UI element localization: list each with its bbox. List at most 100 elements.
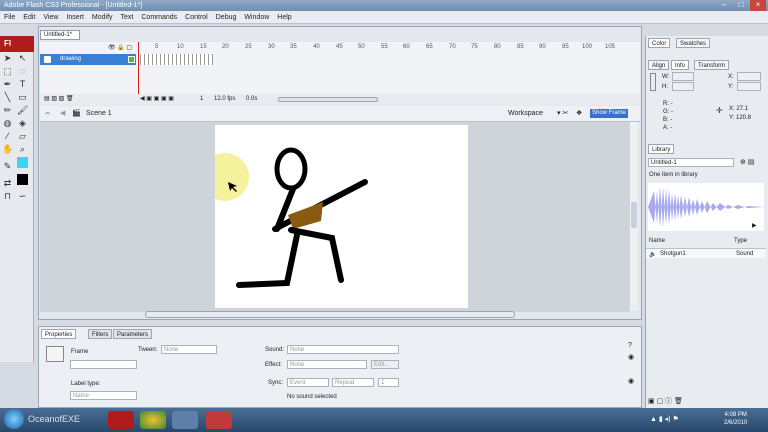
onion-skin-icons[interactable]: ◀ ▣ ▣ ▣ ▣ (140, 94, 174, 105)
tab-transform[interactable]: Transform (694, 60, 730, 70)
library-pin-icons[interactable]: ⊕ ▤ (740, 158, 754, 166)
frame-name-input[interactable] (70, 360, 137, 369)
fill-color-swatch[interactable] (17, 157, 28, 168)
tween-select[interactable]: None (161, 345, 217, 354)
text-tool-icon[interactable]: T (17, 79, 28, 90)
menu-text[interactable]: Text (117, 11, 138, 24)
sound-item-icon: 🔉 (649, 252, 657, 258)
eraser-icon[interactable]: ▱ (17, 131, 28, 142)
hand-icon[interactable]: ✋ (2, 144, 13, 155)
stroke-color-icon[interactable]: ✎ (2, 161, 13, 172)
menu-modify[interactable]: Modify (88, 11, 117, 24)
taskbar-app-icon[interactable] (172, 411, 198, 429)
edit-symbols-icon[interactable]: ❖ (576, 106, 582, 122)
library-item[interactable]: 🔉 Shotgun1 Sound (646, 248, 766, 258)
library-col-name[interactable]: Name (649, 238, 665, 244)
pen-icon[interactable]: ✒ (2, 79, 13, 90)
menu-window[interactable]: Window (240, 11, 273, 24)
selection-tool-icon[interactable]: ➤ (2, 53, 13, 64)
frame-number: 75 (471, 44, 478, 50)
properties-side-icons[interactable]: ? ◉ ◉ (628, 340, 634, 388)
x-field[interactable] (737, 72, 761, 81)
menu-view[interactable]: View (39, 11, 62, 24)
menu-file[interactable]: File (0, 11, 19, 24)
stage-vertical-scrollbar[interactable] (630, 122, 638, 310)
edit-button[interactable]: Edit... (371, 360, 399, 369)
effect-select[interactable]: None (287, 360, 367, 369)
free-transform-icon[interactable]: ⬚ (2, 66, 13, 77)
menu-debug[interactable]: Debug (212, 11, 241, 24)
library-col-type[interactable]: Type (734, 238, 747, 244)
add-layer-icon[interactable]: ▤ ▧ ▨ 🗑 (44, 94, 74, 105)
tab-parameters[interactable]: Parameters (113, 329, 153, 339)
line-icon[interactable]: ╲ (2, 92, 13, 103)
repeat-select[interactable]: Repeat (332, 378, 374, 387)
start-button[interactable] (4, 409, 24, 429)
info-a: A: - (663, 125, 673, 131)
paint-bucket-icon[interactable]: ◈ (17, 118, 28, 129)
tab-align[interactable]: Align (648, 60, 670, 70)
menu-edit[interactable]: Edit (19, 11, 39, 24)
menu-insert[interactable]: Insert (62, 11, 88, 24)
timeline-scrollbar[interactable] (278, 97, 378, 102)
menu-commands[interactable]: Commands (137, 11, 181, 24)
library-item-name: Shotgun1 (660, 251, 686, 257)
minimize-button[interactable]: – (716, 0, 732, 11)
layer-outline-icon[interactable] (128, 56, 135, 63)
tab-color[interactable]: Color (648, 38, 671, 48)
sync-select[interactable]: Event (287, 378, 329, 387)
eyedropper-icon[interactable]: ⁄ (2, 131, 13, 142)
playhead[interactable] (138, 42, 139, 97)
workspace-menu[interactable]: Workspace (508, 106, 543, 122)
library-bottom-icons[interactable]: ▣ ▢ ⓘ 🗑 (648, 396, 683, 406)
width-field[interactable] (672, 72, 694, 81)
timeline-toggle-icon[interactable]: ⇔ (44, 106, 51, 122)
repeat-count-input[interactable]: 1 (378, 378, 399, 387)
maximize-button[interactable]: □ (733, 0, 749, 11)
smooth-icon[interactable]: ∽ (17, 191, 28, 202)
edit-scene-icon[interactable]: ▾ ✂ (557, 106, 568, 122)
stage[interactable] (201, 125, 468, 308)
info-r: R: - (663, 101, 673, 107)
sound-select[interactable]: None (287, 345, 399, 354)
taskbar-flash-icon[interactable] (108, 411, 134, 429)
frame-number: 85 (517, 44, 524, 50)
layer-row[interactable]: drawing (40, 54, 136, 65)
zoom-select[interactable]: Show Frame (590, 109, 629, 118)
menu-control[interactable]: Control (181, 11, 212, 24)
tab-properties[interactable]: Properties (41, 329, 77, 339)
taskbar-chrome-icon[interactable] (140, 411, 166, 429)
tray-icons[interactable]: ▲ ▮ ◂) ⚑ (650, 415, 679, 423)
pencil-icon[interactable]: ✏ (2, 105, 13, 116)
info-g: G: - (663, 109, 673, 115)
rectangle-icon[interactable]: ▭ (17, 92, 28, 103)
ink-bottle-icon[interactable]: ◍ (2, 118, 13, 129)
taskbar-app-icon[interactable] (206, 411, 232, 429)
window-titlebar: Adobe Flash CS3 Professional - [Untitled… (0, 0, 768, 11)
tab-swatches[interactable]: Swatches (676, 38, 711, 48)
frame-number: 90 (539, 44, 546, 50)
frame-cells[interactable] (137, 54, 213, 65)
lasso-icon[interactable]: ◌ (17, 66, 28, 77)
y-field[interactable] (737, 82, 761, 91)
library-count: One item in library (649, 172, 698, 178)
close-button[interactable]: × (750, 0, 766, 11)
label-type-select[interactable]: Name (70, 391, 137, 400)
back-arrow-icon[interactable]: ◀ (60, 106, 65, 122)
snap-icon[interactable]: ⊓ (2, 191, 13, 202)
stage-horizontal-scrollbar[interactable] (145, 311, 515, 318)
height-field[interactable] (672, 82, 694, 91)
document-tab[interactable]: Untitled-1* (40, 30, 80, 40)
tab-filters[interactable]: Filters (88, 329, 113, 339)
zoom-icon[interactable]: ⌕ (17, 144, 28, 155)
swap-colors-icon[interactable]: ⇄ (2, 178, 13, 189)
tab-library[interactable]: Library (648, 144, 675, 154)
library-document-select[interactable]: Untitled-1 (648, 158, 734, 167)
black-white-icon[interactable] (17, 174, 28, 185)
tab-info[interactable]: Info (671, 60, 690, 70)
brush-icon[interactable]: 🖌 (17, 105, 28, 116)
play-icon[interactable]: ▶ (752, 222, 757, 229)
subselection-tool-icon[interactable]: ↖ (17, 53, 28, 64)
menu-help[interactable]: Help (273, 11, 295, 24)
system-clock[interactable]: 4:08 PM 2/6/2010 (724, 411, 747, 427)
